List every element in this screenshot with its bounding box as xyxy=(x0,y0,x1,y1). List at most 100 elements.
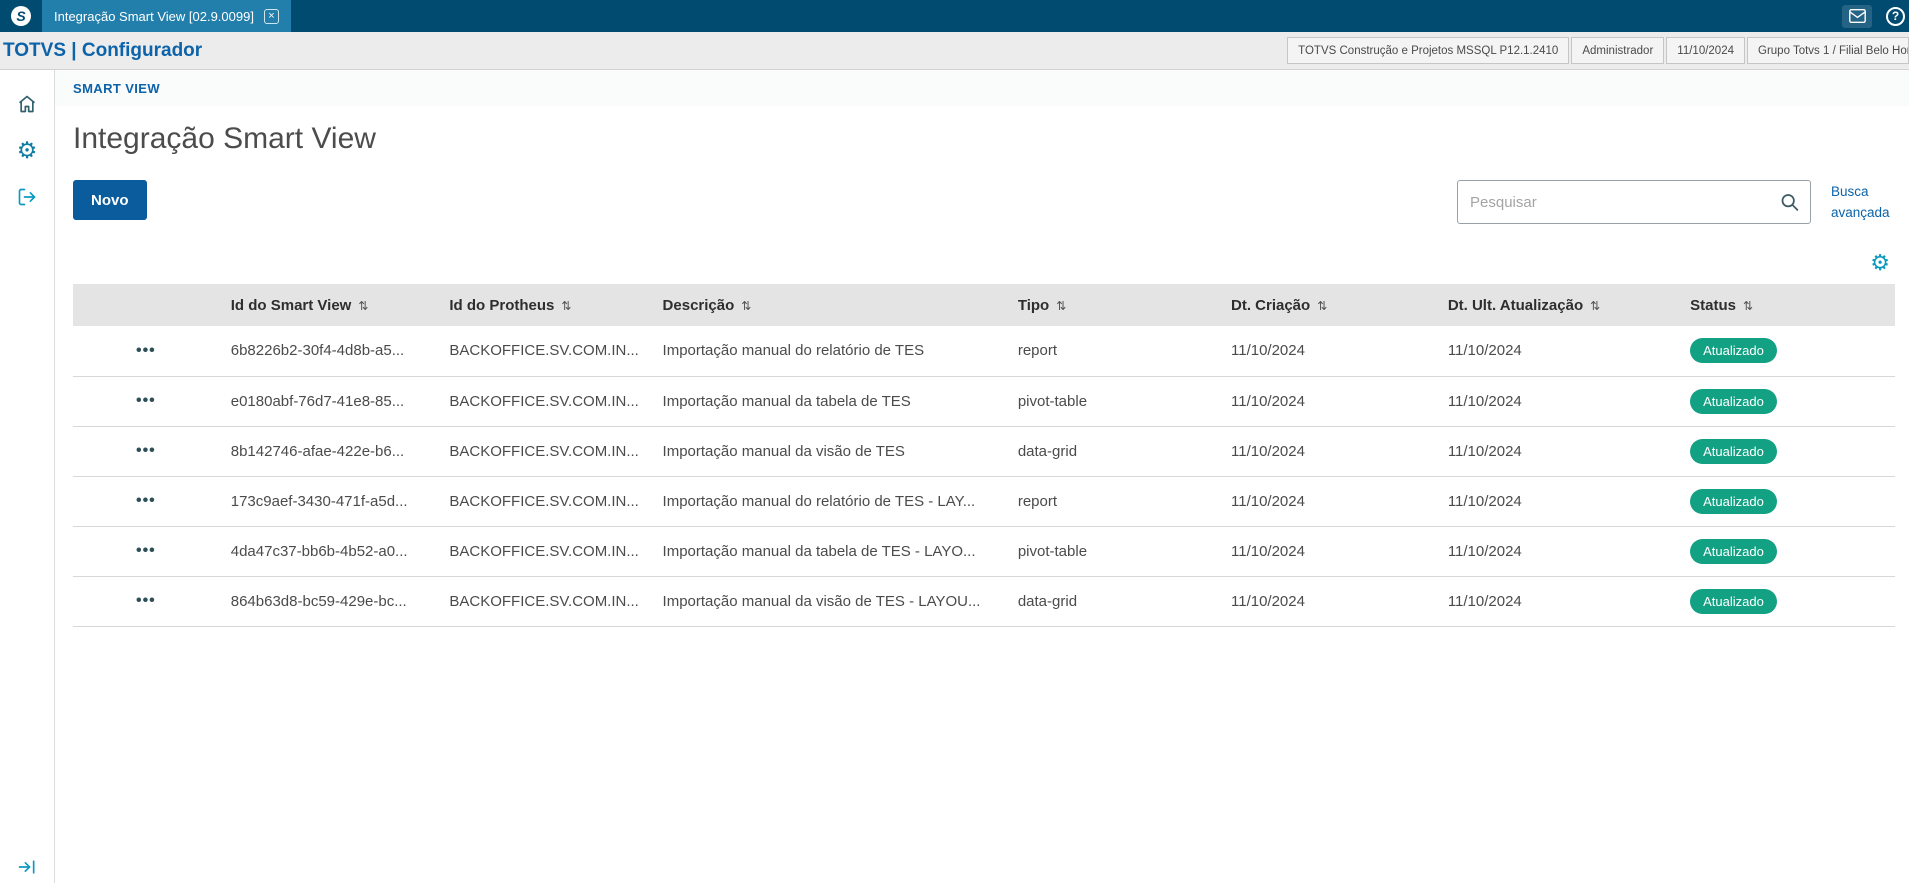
status-badge: Atualizado xyxy=(1690,338,1777,364)
status-badge: Atualizado xyxy=(1690,538,1777,564)
status-badge: Atualizado xyxy=(1690,588,1777,614)
breadcrumb-item-smart-view[interactable]: SMART VIEW xyxy=(73,81,160,96)
cell-descricao: Importação manual do relatório de TES - … xyxy=(650,476,1006,527)
cell-tipo: report xyxy=(1005,476,1219,527)
sort-icon[interactable]: ⇅ xyxy=(741,299,751,313)
user-info: Administrador xyxy=(1571,37,1665,64)
status-badge: Atualizado xyxy=(1690,438,1777,464)
column-header[interactable]: Descrição ⇅ xyxy=(651,284,1006,326)
date-info: 11/10/2024 xyxy=(1666,37,1745,64)
sort-icon[interactable]: ⇅ xyxy=(1590,299,1600,313)
sidebar-expand-button[interactable] xyxy=(0,857,54,877)
table-row: ••• 864b63d8-bc59-429e-bc... BACKOFFICE.… xyxy=(73,576,1895,627)
totvs-logo-mark: S xyxy=(11,6,31,26)
row-actions-button[interactable]: ••• xyxy=(130,590,162,612)
table-row: ••• 6b8226b2-30f4-4d8b-a5... BACKOFFICE.… xyxy=(73,326,1895,377)
cell-actions: ••• xyxy=(73,476,219,527)
more-options-icon: ••• xyxy=(135,392,156,409)
cell-dt-criacao: 11/10/2024 xyxy=(1219,426,1436,477)
cell-id-smart-view: e0180abf-76d7-41e8-85... xyxy=(218,376,438,427)
breadcrumb: SMART VIEW xyxy=(55,70,1909,106)
table-row: ••• 4da47c37-bb6b-4b52-a0... BACKOFFICE.… xyxy=(73,526,1895,577)
novo-button[interactable]: Novo xyxy=(73,180,147,220)
column-header[interactable]: Dt. Criação ⇅ xyxy=(1219,284,1436,326)
table-options-row: ⚙ xyxy=(73,252,1895,274)
cell-descricao: Importação manual da visão de TES xyxy=(650,426,1006,477)
cell-id-protheus: BACKOFFICE.SV.COM.IN... xyxy=(437,576,651,627)
search-input[interactable] xyxy=(1457,180,1811,224)
cell-dt-ult-atualizacao: 11/10/2024 xyxy=(1435,476,1679,527)
table-settings-icon[interactable]: ⚙ xyxy=(1870,252,1890,274)
column-header[interactable]: Dt. Ult. Atualização ⇅ xyxy=(1436,284,1678,326)
page-title: Integração Smart View xyxy=(73,122,376,155)
cell-dt-ult-atualizacao: 11/10/2024 xyxy=(1435,376,1679,427)
table-body: ••• 6b8226b2-30f4-4d8b-a5... BACKOFFICE.… xyxy=(73,326,1895,627)
help-button[interactable]: ? xyxy=(1886,6,1905,26)
more-options-icon: ••• xyxy=(135,542,156,559)
cell-descricao: Importação manual da tabela de TES - LAY… xyxy=(650,526,1006,577)
sidebar-settings-button[interactable]: ⚙ xyxy=(17,139,38,162)
cell-id-protheus: BACKOFFICE.SV.COM.IN... xyxy=(437,376,651,427)
sidebar: ⚙ xyxy=(0,70,55,883)
cell-dt-ult-atualizacao: 11/10/2024 xyxy=(1435,576,1679,627)
column-header-actions xyxy=(73,284,219,326)
tab-label: Integração Smart View [02.9.0099] xyxy=(54,8,254,24)
row-actions-button[interactable]: ••• xyxy=(130,540,162,562)
row-actions-button[interactable]: ••• xyxy=(130,440,162,462)
logout-icon xyxy=(17,187,37,207)
cell-status: Atualizado xyxy=(1678,326,1895,377)
cell-id-protheus: BACKOFFICE.SV.COM.IN... xyxy=(437,326,651,377)
row-actions-button[interactable]: ••• xyxy=(130,490,162,512)
sort-icon[interactable]: ⇅ xyxy=(561,299,571,313)
home-icon xyxy=(17,94,37,114)
search-icon[interactable] xyxy=(1779,192,1800,213)
app-shell: ⚙ SMART VIEW Integração Smart View Novo … xyxy=(0,70,1909,883)
cell-dt-criacao: 11/10/2024 xyxy=(1219,526,1436,577)
sidebar-home-button[interactable] xyxy=(17,94,37,114)
cell-tipo: pivot-table xyxy=(1005,526,1219,577)
sort-icon[interactable]: ⇅ xyxy=(1317,299,1327,313)
toolbar: Novo Busca avançada xyxy=(73,180,1895,224)
search-box xyxy=(1457,180,1811,224)
totvs-logo[interactable]: S xyxy=(0,6,42,26)
cell-status: Atualizado xyxy=(1678,426,1895,477)
cell-dt-criacao: 11/10/2024 xyxy=(1219,376,1436,427)
tab-close-icon[interactable]: × xyxy=(263,8,279,24)
sort-icon[interactable]: ⇅ xyxy=(1056,299,1066,313)
cell-dt-ult-atualizacao: 11/10/2024 xyxy=(1435,326,1679,377)
cell-actions: ••• xyxy=(73,426,219,477)
messages-button[interactable] xyxy=(1842,4,1872,28)
tab-integracao-smart-view[interactable]: Integração Smart View [02.9.0099] × xyxy=(42,0,291,32)
row-actions-button[interactable]: ••• xyxy=(130,340,162,362)
cell-dt-criacao: 11/10/2024 xyxy=(1219,476,1436,527)
more-options-icon: ••• xyxy=(135,341,156,359)
expand-icon xyxy=(17,857,37,877)
advanced-search-link[interactable]: Busca avançada xyxy=(1831,182,1895,224)
main-content: SMART VIEW Integração Smart View Novo Pe… xyxy=(55,70,1909,883)
cell-status: Atualizado xyxy=(1678,376,1895,427)
smart-view-table: Id do Smart View ⇅ Id do Protheus ⇅ Descriçã… xyxy=(73,284,1895,627)
column-header[interactable]: Id do Smart View ⇅ xyxy=(219,284,438,326)
cell-id-smart-view: 864b63d8-bc59-429e-bc... xyxy=(218,576,438,627)
sidebar-logout-button[interactable] xyxy=(17,187,37,207)
cell-tipo: report xyxy=(1005,326,1219,377)
branch-info: Grupo Totvs 1 / Filial Belo Hor xyxy=(1747,37,1909,64)
session-info-bar: TOTVS Construção e Projetos MSSQL P12.1.… xyxy=(1287,37,1909,64)
column-header[interactable]: Tipo ⇅ xyxy=(1006,284,1219,326)
more-options-icon: ••• xyxy=(135,442,156,459)
cell-actions: ••• xyxy=(73,376,219,427)
gear-icon: ⚙ xyxy=(16,137,38,163)
column-header[interactable]: Id do Protheus ⇅ xyxy=(437,284,650,326)
status-badge: Atualizado xyxy=(1690,488,1777,514)
column-header[interactable]: Status ⇅ xyxy=(1678,284,1895,326)
table-row: ••• 8b142746-afae-422e-b6... BACKOFFICE.… xyxy=(73,426,1895,477)
cell-dt-ult-atualizacao: 11/10/2024 xyxy=(1435,526,1679,577)
cell-dt-criacao: 11/10/2024 xyxy=(1219,576,1436,627)
sort-icon[interactable]: ⇅ xyxy=(358,299,368,313)
table-row: ••• e0180abf-76d7-41e8-85... BACKOFFICE.… xyxy=(73,376,1895,427)
row-actions-button[interactable]: ••• xyxy=(130,390,162,412)
cell-tipo: pivot-table xyxy=(1005,376,1219,427)
cell-id-smart-view: 4da47c37-bb6b-4b52-a0... xyxy=(218,526,438,577)
help-icon: ? xyxy=(1886,6,1905,26)
sort-icon[interactable]: ⇅ xyxy=(1743,299,1753,313)
